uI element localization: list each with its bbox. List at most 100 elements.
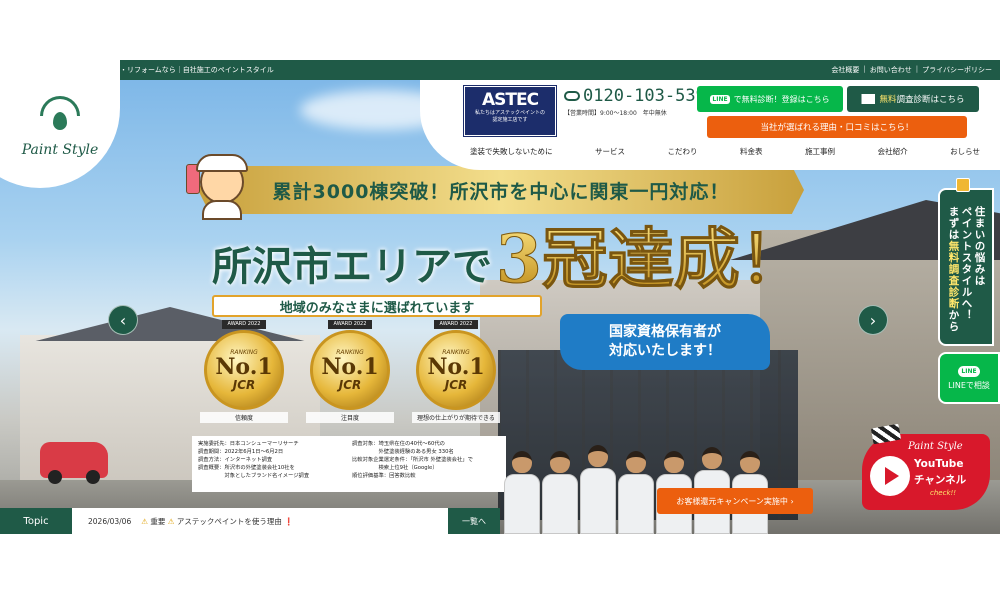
nav-item-commitment[interactable]: こだわり — [668, 146, 698, 162]
nav-item-failure-tips[interactable]: 塗装で失敗しないために — [470, 146, 553, 162]
wheel — [86, 470, 100, 484]
astec-sub1: 私たちはアステックペイントの — [474, 110, 545, 116]
slider-prev-button[interactable]: ‹ — [108, 305, 138, 335]
side-consult-tab[interactable]: 住まいの悩みは ペイントスタイルへ！ まずは無料調査診断から — [938, 188, 994, 346]
painter-hat — [196, 154, 248, 172]
phone-block[interactable]: 0120-103-539 【営業時間】9:00～18:00 年中無休 — [564, 86, 706, 117]
line-button-label: で無料診断！登録はこちら — [733, 94, 830, 104]
staff-torso — [580, 468, 616, 534]
nav-item-pricing[interactable]: 料金表 — [740, 146, 763, 162]
logo-drop — [53, 112, 67, 130]
free-survey-button[interactable]: 無料調査診断はこちら — [847, 86, 979, 112]
campaign-button[interactable]: お客様還元キャンペーン実施中 › — [657, 488, 813, 514]
award-no1: No.1 — [321, 353, 379, 380]
phone-number-text: 0120-103-539 — [583, 86, 706, 106]
topic-date: 2026/03/06 — [88, 516, 132, 526]
painter-body — [202, 200, 242, 220]
astec-name: ASTEC — [481, 90, 539, 110]
topic-bar: Topic 2026/03/06 ⚠ 重要 ⚠ アステックペイントを使う理由 ❗… — [0, 508, 500, 534]
topic-item[interactable]: 2026/03/06 ⚠ 重要 ⚠ アステックペイントを使う理由 ❗ — [72, 508, 500, 534]
headline-text: 累計3000棟突破！所沢市を中心に関東一円対応！ — [272, 180, 730, 203]
exclamation-icon: ❗ — [284, 516, 294, 526]
pencil-icon — [956, 178, 970, 192]
topic-list-button[interactable]: 一覧へ — [448, 508, 500, 534]
warning-icon: ⚠ — [167, 516, 175, 526]
link-privacy[interactable]: プライバシーポリシー — [922, 65, 992, 75]
chevron-right-icon: › — [869, 310, 877, 330]
survey-line: 対象としたブランド名イメージ調査 — [198, 473, 310, 479]
page: 所沢市を中心に関東一円で外壁塗装・リフォームなら｜自社施工のペイントスタイル 会… — [0, 0, 1000, 600]
medal-icon: RANKING No.1 JCR — [204, 330, 284, 410]
consult-line1: 住まいの悩みは — [973, 206, 986, 287]
survey-line: 調査概要：所沢市の外壁塗装会社10社を — [198, 465, 295, 471]
license-badge: 国家資格保有者が 対応いたします！ — [560, 314, 770, 370]
side-consult-text: 住まいの悩みは ペイントスタイルへ！ まずは無料調査診断から — [947, 206, 986, 344]
hero-title-area: 所沢市エリアで — [212, 243, 492, 290]
award-year: AWARD 2022 — [328, 320, 372, 329]
line-icon: LINE — [710, 94, 730, 104]
award-jcr: JCR — [444, 377, 468, 392]
phone-number[interactable]: 0120-103-539 — [564, 86, 706, 106]
business-hours: 【営業時間】9:00～18:00 年中無休 — [564, 110, 667, 117]
staff-torso — [618, 474, 654, 534]
survey-line: 調査対象：埼玉県在住の40代～60代の — [352, 441, 445, 447]
yt-line4: check!! — [930, 489, 957, 497]
nav-item-cases[interactable]: 施工事例 — [805, 146, 835, 162]
slider-next-button[interactable]: › — [858, 305, 888, 335]
award-year: AWARD 2022 — [434, 320, 478, 329]
warning-icon: ⚠ — [141, 516, 148, 526]
survey-line: 外壁塗装経験のある男女 330名 — [352, 449, 454, 455]
link-company[interactable]: 会社概要 — [831, 65, 859, 75]
hero-title: 所沢市エリアで 3冠達成！ — [212, 226, 806, 293]
staff-head — [512, 451, 532, 473]
separator: | — [863, 65, 866, 73]
mail-button-label: 調査診断はこちら — [896, 95, 965, 105]
license-line1: 国家資格保有者が — [609, 324, 721, 340]
reasons-reviews-button[interactable]: 当社が選ばれる理由・口コミはこちら！ — [707, 116, 967, 138]
link-contact[interactable]: お問い合わせ — [870, 65, 912, 75]
survey-line: 検索上位9社（Google） — [352, 465, 438, 471]
car-image — [40, 442, 108, 484]
nav-item-service[interactable]: サービス — [595, 146, 625, 162]
staff-head — [702, 447, 722, 469]
survey-line: 調査方法：インターネット調査 — [198, 457, 273, 463]
yt-line3: チャンネル — [914, 474, 967, 486]
topic-label: Topic — [23, 515, 49, 527]
play-icon — [870, 456, 910, 496]
award-label: 理想の仕上がりが期待できる — [412, 412, 500, 423]
medal-icon: RANKING No.1 JCR — [416, 330, 496, 410]
consult-line3b: 無料調査診断 — [947, 240, 960, 310]
award-jcr: JCR — [232, 377, 256, 392]
survey-line: 比較対象企業選定条件：「所沢市 外壁塗装会社」で — [352, 457, 473, 463]
award-jcr: JCR — [338, 377, 362, 392]
staff-head — [664, 451, 684, 473]
line-icon: LINE — [958, 365, 980, 377]
nav-item-news[interactable]: おしらせ — [950, 146, 980, 162]
astec-sub2: 認定施工店です — [492, 117, 528, 123]
side-line-button[interactable]: LINE LINEで相談 — [938, 352, 1000, 404]
staff-torso — [504, 474, 540, 534]
medal-icon: RANKING No.1 JCR — [310, 330, 390, 410]
survey-line: 調査期間：2022年6月1日～6月2日 — [198, 449, 284, 455]
mail-icon — [861, 94, 876, 104]
staff-torso — [542, 474, 578, 534]
award-no1: No.1 — [215, 353, 273, 380]
consult-line3a: まずは — [947, 206, 960, 241]
staff-member — [504, 451, 540, 534]
staff-member — [542, 451, 578, 534]
staff-photo — [504, 418, 804, 534]
global-nav: 塗装で失敗しないために サービス こだわり 料金表 施工事例 会社紹介 おしらせ — [470, 146, 980, 162]
consult-line2: ペイントスタイルへ！ — [960, 206, 973, 321]
yt-line1: Paint Style — [908, 441, 963, 452]
survey-line: 順位評価基準：回答数比較 — [352, 473, 416, 479]
survey-line: 実施委託先：日本コンシューマーリサーチ — [198, 441, 299, 447]
free-highlight: 無料 — [879, 95, 897, 105]
survey-col-right: 調査対象：埼玉県在住の40代～60代の 外壁塗装経験のある男女 330名 比較対… — [352, 440, 500, 488]
youtube-channel-button[interactable]: Paint Style YouTube チャンネル check!! — [862, 423, 990, 510]
award-medal: AWARD 2022 RANKING No.1 JCR 注目度 — [306, 320, 394, 432]
top-bar: 所沢市を中心に関東一円で外壁塗装・リフォームなら｜自社施工のペイントスタイル 会… — [0, 60, 1000, 80]
line-diagnosis-button[interactable]: LINE で無料診断！登録はこちら — [697, 86, 843, 112]
staff-head — [550, 451, 570, 473]
license-line2: 対応いたします！ — [609, 343, 721, 359]
nav-item-company[interactable]: 会社紹介 — [878, 146, 908, 162]
